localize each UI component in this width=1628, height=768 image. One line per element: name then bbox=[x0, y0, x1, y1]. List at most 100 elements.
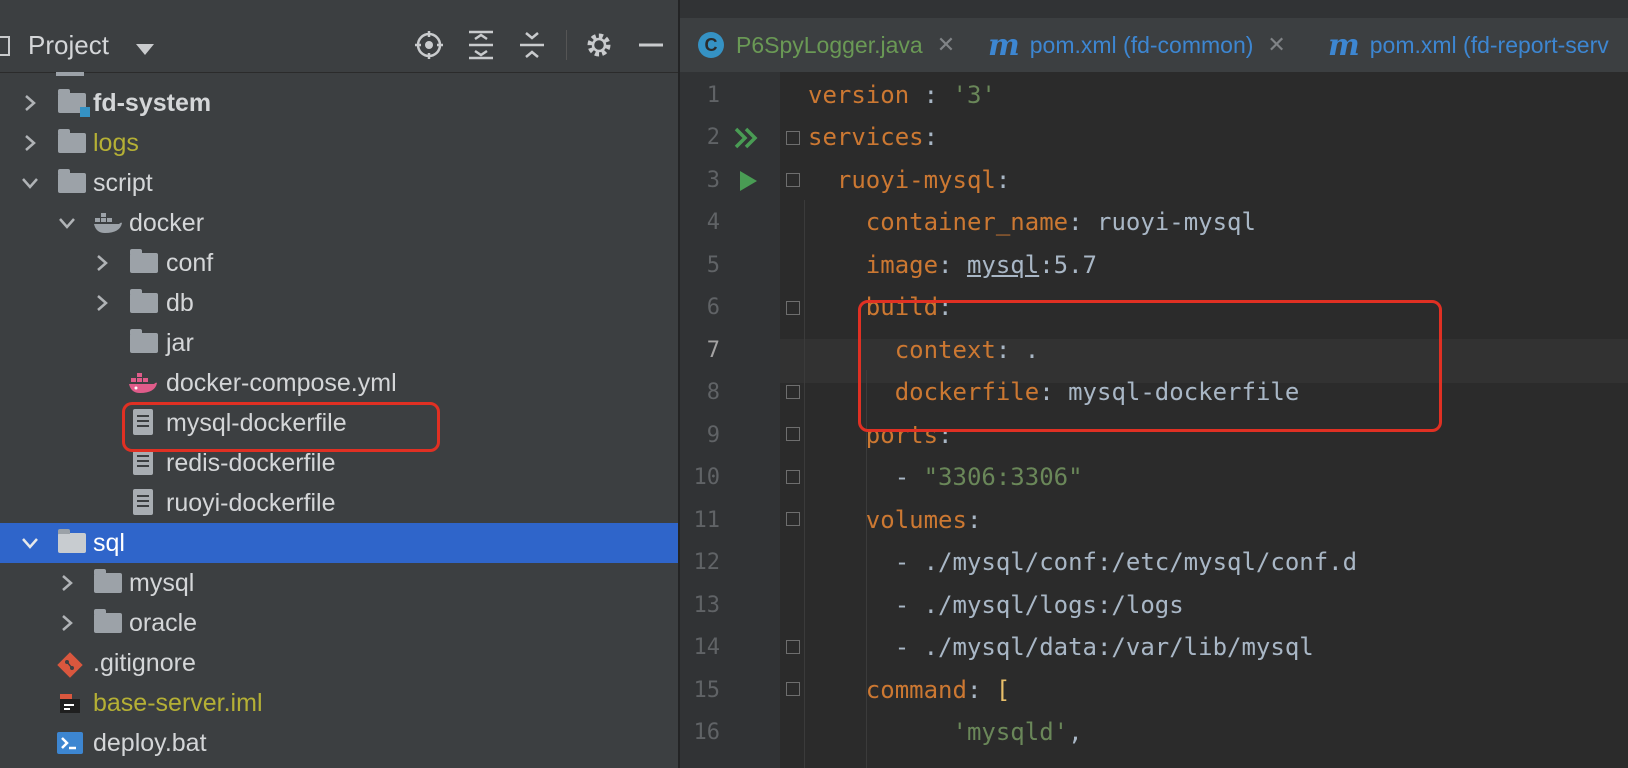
chevron-right-icon[interactable] bbox=[57, 603, 77, 643]
cut-off-row bbox=[56, 72, 196, 78]
tree-item-label: deploy.bat bbox=[93, 729, 207, 757]
run-all-icon[interactable] bbox=[734, 127, 760, 154]
expand-all-icon[interactable] bbox=[464, 28, 498, 62]
folder-icon bbox=[130, 329, 158, 353]
collapse-all-icon[interactable] bbox=[515, 28, 549, 62]
code-line-13[interactable]: - ./mysql/logs:/logs bbox=[808, 591, 1184, 619]
chevron-down-icon[interactable] bbox=[20, 163, 40, 203]
panel-icon bbox=[0, 36, 10, 56]
tree-item-label: conf bbox=[166, 249, 214, 277]
fold-marker-icon[interactable] bbox=[786, 385, 800, 399]
highlight-box-right bbox=[858, 300, 1442, 432]
fold-marker-icon[interactable] bbox=[786, 427, 800, 441]
tree-item-sql[interactable]: sql bbox=[0, 523, 678, 563]
tree-item-label: mysql bbox=[129, 569, 195, 597]
tree-item-db[interactable]: db bbox=[0, 283, 678, 323]
chevron-down-icon[interactable] bbox=[57, 203, 77, 243]
tree-item-ruoyi-dockerfile[interactable]: ruoyi-dockerfile bbox=[0, 483, 678, 523]
version-value: '3' bbox=[952, 81, 996, 109]
tree-item-label: base-server.iml bbox=[93, 689, 263, 717]
chevron-down-icon[interactable] bbox=[136, 44, 154, 55]
module-folder-icon bbox=[58, 89, 90, 117]
code-line-10[interactable]: - "3306:3306" bbox=[808, 463, 1083, 491]
line-number: 13 bbox=[693, 593, 721, 618]
toolbar-divider bbox=[566, 30, 567, 60]
folder-icon bbox=[130, 249, 158, 273]
minimize-icon[interactable] bbox=[634, 28, 668, 62]
fold-marker-icon[interactable] bbox=[786, 173, 800, 187]
chevron-right-icon[interactable] bbox=[20, 83, 40, 123]
fold-marker-icon[interactable] bbox=[786, 682, 800, 696]
line-number: 1 bbox=[706, 83, 720, 108]
tree-item-label: docker bbox=[129, 209, 205, 237]
tree-item-mysql[interactable]: mysql bbox=[0, 563, 678, 603]
tree-item-gitignore[interactable]: .gitignore bbox=[0, 643, 678, 683]
line-number: 6 bbox=[706, 295, 720, 320]
tree-item-label: logs bbox=[93, 129, 139, 157]
docker-compose-icon bbox=[128, 371, 158, 395]
line-number: 7 bbox=[706, 338, 720, 363]
tree-item-label: redis-dockerfile bbox=[166, 449, 336, 477]
highlight-box-left bbox=[122, 402, 440, 452]
code-line-11[interactable]: volumes: bbox=[808, 506, 982, 534]
line-number: 2 bbox=[706, 125, 720, 150]
project-panel-header: Project bbox=[0, 18, 678, 73]
tree-item-label: script bbox=[93, 169, 153, 197]
tree-item-label: oracle bbox=[129, 609, 198, 637]
line-number: 15 bbox=[693, 678, 721, 703]
line-number: 16 bbox=[693, 720, 721, 745]
file-icon bbox=[133, 449, 153, 475]
code-line-2[interactable]: services: bbox=[808, 123, 938, 151]
project-tool-window: Project fd-system logs script docker con… bbox=[0, 0, 678, 768]
tree-item-fd-system[interactable]: fd-system bbox=[0, 83, 678, 123]
tree-item-docker[interactable]: docker bbox=[0, 203, 678, 243]
tree-item-script[interactable]: script bbox=[0, 163, 678, 203]
project-view-selector[interactable]: Project bbox=[28, 30, 109, 61]
fold-marker-icon[interactable] bbox=[786, 301, 800, 315]
gear-icon[interactable] bbox=[582, 28, 616, 62]
chevron-right-icon[interactable] bbox=[57, 563, 77, 603]
fold-marker-icon[interactable] bbox=[786, 640, 800, 654]
docker-icon bbox=[93, 211, 123, 235]
chevron-down-icon[interactable] bbox=[20, 523, 40, 563]
code-line-15[interactable]: command: [ bbox=[808, 676, 1011, 704]
tree-item-oracle[interactable]: oracle bbox=[0, 603, 678, 643]
tree-item-label: db bbox=[166, 289, 194, 317]
line-number: 3 bbox=[706, 168, 720, 193]
code-line-14[interactable]: - ./mysql/data:/var/lib/mysql bbox=[808, 633, 1314, 661]
tree-item-logs[interactable]: logs bbox=[0, 123, 678, 163]
line-number: 5 bbox=[706, 253, 720, 278]
line-number: 12 bbox=[693, 550, 721, 575]
code-line-1[interactable]: version : '3' bbox=[808, 81, 996, 109]
line-number: 9 bbox=[706, 423, 720, 448]
line-number: 11 bbox=[693, 508, 721, 533]
tree-item-conf[interactable]: conf bbox=[0, 243, 678, 283]
line-number: 10 bbox=[693, 465, 721, 490]
tree-item-docker-compose[interactable]: docker-compose.yml bbox=[0, 363, 678, 403]
code-line-5[interactable]: image: mysql:5.7 bbox=[808, 251, 1097, 279]
line-number: 14 bbox=[693, 635, 721, 660]
fold-marker-icon[interactable] bbox=[786, 131, 800, 145]
folder-icon bbox=[58, 529, 86, 553]
locate-icon[interactable] bbox=[412, 28, 446, 62]
tree-item-label: sql bbox=[93, 529, 125, 557]
code-line-4[interactable]: container_name: ruoyi-mysql bbox=[808, 208, 1256, 236]
tree-item-jar[interactable]: jar bbox=[0, 323, 678, 363]
chevron-right-icon[interactable] bbox=[20, 123, 40, 163]
terminal-icon bbox=[56, 731, 86, 755]
chevron-right-icon[interactable] bbox=[92, 283, 112, 323]
folder-icon bbox=[58, 129, 86, 153]
fold-marker-icon[interactable] bbox=[786, 512, 800, 526]
code-line-12[interactable]: - ./mysql/conf:/etc/mysql/conf.d bbox=[808, 548, 1357, 576]
fold-marker-icon[interactable] bbox=[786, 470, 800, 484]
chevron-right-icon[interactable] bbox=[92, 243, 112, 283]
tree-item-label: ruoyi-dockerfile bbox=[166, 489, 336, 517]
run-icon[interactable] bbox=[738, 170, 758, 197]
tree-item-base-server-iml[interactable]: base-server.iml bbox=[0, 683, 678, 723]
code-line-16[interactable]: 'mysqld', bbox=[808, 718, 1083, 746]
folder-icon bbox=[94, 569, 122, 593]
tree-item-deploy-bat[interactable]: deploy.bat bbox=[0, 723, 678, 763]
line-number: 8 bbox=[706, 380, 720, 405]
folder-icon bbox=[58, 169, 86, 193]
code-line-3[interactable]: ruoyi-mysql: bbox=[808, 166, 1010, 194]
